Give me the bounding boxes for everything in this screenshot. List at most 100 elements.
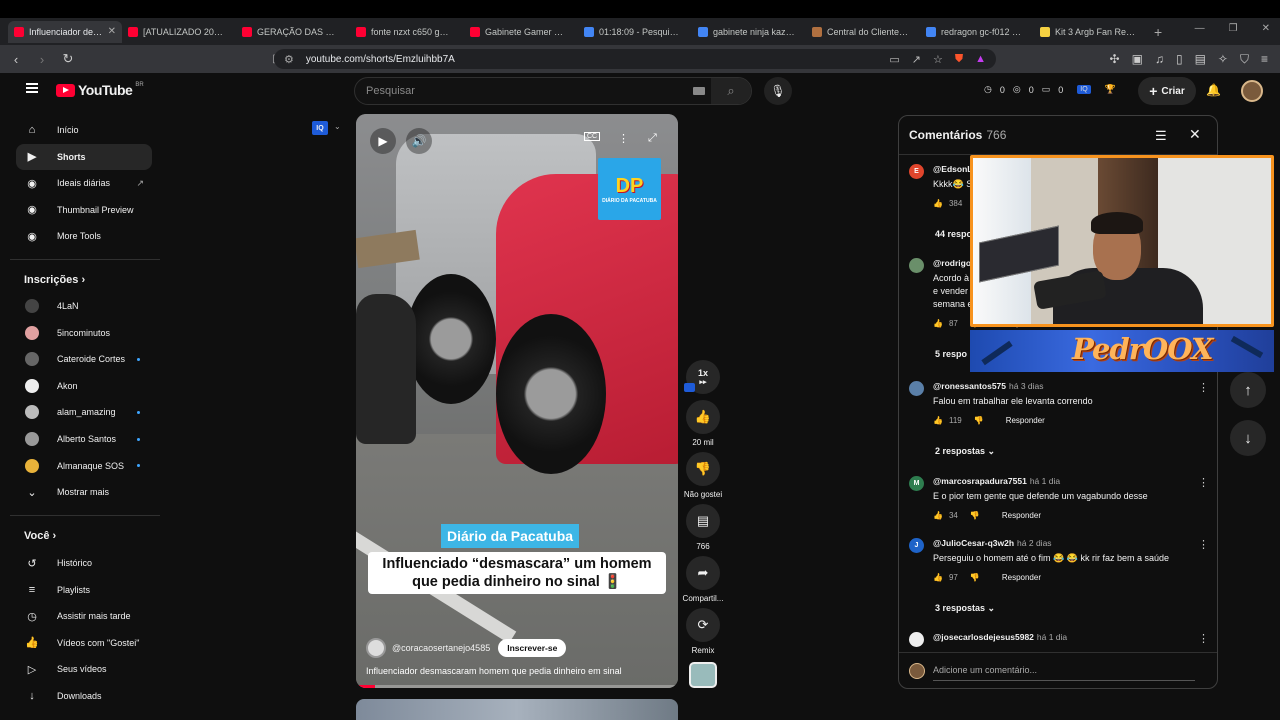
subscription-item[interactable]: Cateroide Cortes	[16, 346, 152, 372]
fullscreen-icon[interactable]: ⤢	[648, 132, 657, 145]
sidebar-item[interactable]: ⌂ Início	[16, 117, 152, 143]
remix-button[interactable]: ⟳	[686, 608, 720, 642]
reply-button[interactable]: Responder	[1002, 511, 1041, 520]
sidebar-you-item[interactable]: ↺ Histórico	[16, 550, 152, 576]
minimize-icon[interactable]: —	[1195, 23, 1205, 34]
search-input[interactable]: Pesquisar ⌕	[354, 77, 752, 105]
sidebar-item[interactable]: ◉ Ideais diárias ↗	[16, 170, 152, 196]
tab-close-icon[interactable]: ✕	[108, 26, 116, 37]
channel-avatar[interactable]	[366, 638, 386, 658]
search-button[interactable]: ⌕	[711, 78, 751, 104]
like-icon[interactable]: 👍	[933, 573, 943, 582]
maximize-icon[interactable]: ❐	[1229, 23, 1238, 34]
dislike-icon[interactable]: 👎	[970, 573, 980, 582]
sort-icon[interactable]: ☰	[1155, 128, 1167, 144]
trophy-icon[interactable]: 🏆	[1105, 84, 1116, 95]
subscription-item[interactable]: ⌄ Mostrar mais	[16, 479, 152, 505]
commenter-avatar[interactable]: J	[909, 538, 924, 553]
wallet-icon[interactable]: ▤	[1195, 52, 1206, 67]
shorts-video-player[interactable]: ▶ 🔊 CC ⋮ ⤢ DP DIÁRIO DA PACATUBA Diário …	[356, 114, 678, 688]
extensions-icon[interactable]: ✣	[1110, 52, 1120, 67]
comments-button[interactable]: ▤	[686, 504, 720, 538]
close-icon[interactable]: ✕	[1189, 126, 1201, 143]
previous-short-button[interactable]: ↑	[1230, 372, 1266, 408]
new-tab-icon[interactable]: +	[1154, 24, 1162, 40]
reply-button[interactable]: Responder	[1006, 416, 1045, 425]
view-replies-button[interactable]: 2 respostas ⌄	[935, 446, 995, 457]
like-button[interactable]: 👍	[686, 400, 720, 434]
sidebar-you-item[interactable]: ≡ Playlists	[16, 577, 152, 603]
commenter-avatar[interactable]: E	[909, 164, 924, 179]
browser-tab[interactable]: redragon gc-f012 - Pes	[920, 21, 1034, 43]
next-video-preview[interactable]	[356, 699, 678, 720]
comment-author[interactable]: @marcosrapadura7551 há 1 dia	[933, 476, 1060, 486]
chevron-down-icon[interactable]: ⌄	[334, 122, 341, 131]
view-replies-button[interactable]: 3 respostas ⌄	[935, 603, 995, 614]
sidebar-you-item[interactable]: ↓ Downloads	[16, 683, 152, 709]
iq-icon[interactable]: IQ	[1077, 85, 1091, 94]
more-options-icon[interactable]: ⋮	[1198, 538, 1209, 551]
browser-tab[interactable]: fonte nzxt c650 gold -	[350, 21, 464, 43]
url-bar[interactable]: ⚙ youtube.com/shorts/Emzluihbb7A ▭ ↗ ☆ ⛊ ▲	[274, 49, 996, 69]
leo-icon[interactable]: ✧	[1218, 52, 1228, 67]
sidebar-you-item[interactable]: ▷ Seus vídeos	[16, 656, 152, 682]
browser-tab[interactable]: GERAÇÃO DAS PLACAS	[236, 21, 350, 43]
video-title[interactable]: Influenciador desmascaram homem que pedi…	[366, 666, 622, 676]
cast-icon[interactable]: ▭	[889, 53, 899, 66]
you-heading[interactable]: Você ›	[24, 530, 56, 542]
subscription-item[interactable]: Akon	[16, 373, 152, 399]
subscription-item[interactable]: 4LaN	[16, 293, 152, 319]
star-icon[interactable]: ☆	[933, 53, 943, 66]
browser-tab[interactable]: Gabinete Gamer Ninja	[464, 21, 578, 43]
reply-button[interactable]: Responder	[1002, 573, 1041, 582]
commenter-avatar[interactable]	[909, 258, 924, 273]
commenter-avatar[interactable]: M	[909, 476, 924, 491]
close-window-icon[interactable]: ✕	[1262, 23, 1270, 34]
extension-stats[interactable]: ◷ 0 ◎ 0 ▭ 0 IQ 🏆	[984, 84, 1116, 95]
commenter-avatar[interactable]	[909, 381, 924, 396]
sidebar-item[interactable]: ◉ Thumbnail Preview	[16, 197, 152, 223]
sidebar-icon[interactable]: ▯	[1176, 52, 1183, 67]
more-options-icon[interactable]: ⋮	[1198, 381, 1209, 394]
hamburger-menu-icon[interactable]	[26, 83, 38, 93]
comment-author[interactable]: @ronessantos575 há 3 dias	[933, 381, 1044, 391]
sidebar-item[interactable]: ◉ More Tools	[16, 223, 152, 249]
vpn-icon[interactable]: ⛉	[1240, 52, 1249, 67]
play-button[interactable]: ▶	[370, 128, 396, 154]
keyboard-icon[interactable]	[693, 87, 705, 95]
like-icon[interactable]: 👍	[933, 511, 943, 520]
comment-author[interactable]: @JulioCesar-q3w2h há 2 dias	[933, 538, 1052, 548]
rewards-icon[interactable]: ▲	[975, 53, 986, 66]
add-comment-input[interactable]: Adicione um comentário...	[933, 665, 1037, 675]
browser-tab[interactable]: 01:18:09 - Pesquisa Go	[578, 21, 692, 43]
like-icon[interactable]: 👍	[933, 416, 943, 425]
more-options-icon[interactable]: ⋮	[1198, 632, 1209, 645]
more-options-icon[interactable]: ⋮	[618, 132, 629, 145]
browser-tab[interactable]: gabinete ninja kazan c	[692, 21, 806, 43]
site-info-icon[interactable]: ⚙	[284, 53, 294, 66]
browser-tab[interactable]: Central do Cliente | TE	[806, 21, 920, 43]
media-icon[interactable]: ♫	[1155, 52, 1164, 67]
like-icon[interactable]: 👍	[933, 319, 943, 328]
subscription-item[interactable]: alam_amazing	[16, 399, 152, 425]
window-controls[interactable]: — ❐ ✕	[1195, 23, 1270, 34]
subscription-item[interactable]: Almanaque SOS	[16, 453, 152, 479]
back-icon[interactable]: ‹	[6, 52, 26, 67]
dislike-button[interactable]: 👎	[686, 452, 720, 486]
browser-tab[interactable]: Influenciador desmascara ✕	[8, 20, 122, 43]
menu-icon[interactable]: ≡	[1261, 52, 1268, 67]
video-progress-bar[interactable]	[356, 685, 678, 688]
sound-thumbnail[interactable]	[689, 662, 717, 688]
comment-author[interactable]: @josecarlosdejesus5982 há 1 dia	[933, 632, 1067, 642]
browser-tab[interactable]: Kit 3 Argb Fan Redrag	[1034, 21, 1148, 43]
next-short-button[interactable]: ↓	[1230, 420, 1266, 456]
screenshot-icon[interactable]: ▣	[1132, 52, 1143, 67]
share-icon[interactable]: ↗	[912, 53, 921, 66]
more-options-icon[interactable]: ⋮	[1198, 476, 1209, 489]
subscribe-button[interactable]: Inscrever-se	[498, 639, 567, 657]
create-button[interactable]: + Criar	[1138, 77, 1196, 105]
notifications-bell-icon[interactable]: 🔔	[1206, 83, 1221, 97]
account-avatar[interactable]	[1241, 80, 1263, 102]
volume-button[interactable]: 🔊	[406, 128, 432, 154]
share-button[interactable]: ➦	[686, 556, 720, 590]
